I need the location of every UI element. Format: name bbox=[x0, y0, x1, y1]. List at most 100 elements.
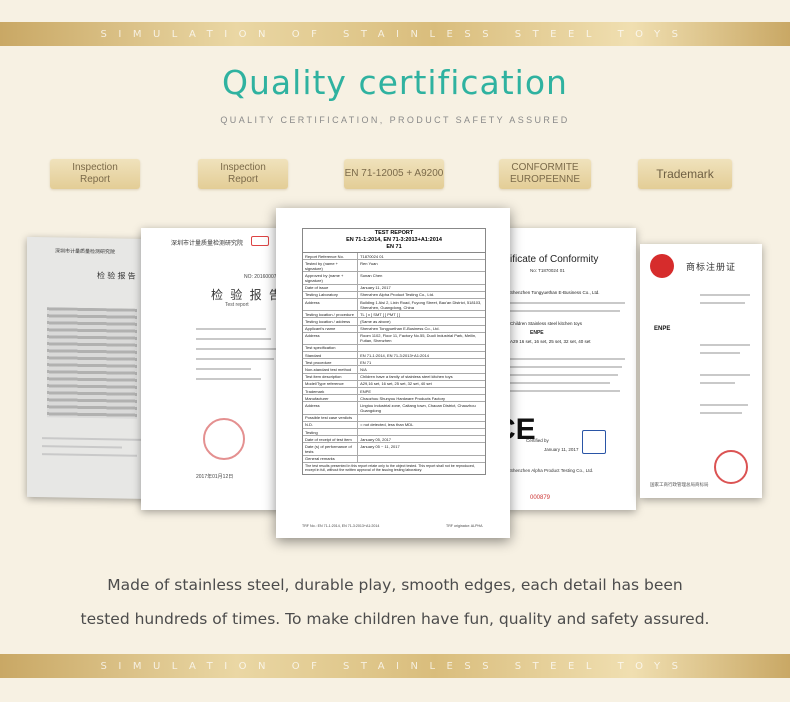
text-line bbox=[700, 294, 750, 296]
tag-line: CONFORMITE bbox=[511, 162, 579, 173]
inspection-report-document-2: 深圳市计量质量检测研究院 NO: 2016000712357 检 验 报 告 T… bbox=[141, 228, 291, 510]
report-row-value: TL [ x ] SMT [ ] PMT [ ] bbox=[357, 310, 485, 319]
report-row-label: Test item description bbox=[303, 373, 359, 381]
report-row: Possible test case verdicts bbox=[303, 414, 485, 422]
inspection-title: 检 验 报 告 bbox=[97, 271, 136, 281]
report-row: Address Lingtou industrial zone, Caitang … bbox=[303, 401, 485, 415]
report-row-label: Test procedure bbox=[303, 358, 359, 367]
report-row-label: General remarks bbox=[303, 455, 359, 463]
report-row-value: T1870024 01 bbox=[357, 253, 485, 261]
report-row: Non-standard test method N/A bbox=[303, 365, 485, 374]
text-line bbox=[700, 382, 735, 384]
report-row: Testing location / procedure TL [ x ] SMT… bbox=[303, 310, 485, 319]
report-row-value bbox=[357, 344, 485, 353]
text-line bbox=[510, 310, 620, 312]
report-row: N.D. = not detected, less than MDL bbox=[303, 421, 485, 429]
report-row-value: Shenzhen Alpha Product Testing Co., Ltd. bbox=[357, 291, 485, 299]
report-row-value bbox=[357, 414, 485, 422]
ce-lab: Shenzhen Alpha Product Testing Co., Ltd. bbox=[510, 468, 594, 473]
report-row-label: Testing bbox=[303, 428, 359, 437]
report-row-value: (Same as above) bbox=[357, 317, 485, 326]
ce-company: Shenzhen Tongyuethan E-Business Co., Ltd… bbox=[510, 290, 600, 295]
trademark-certificate-document: 商标注册证 ENPE 国家工商行政管理总局商标局 bbox=[640, 244, 762, 498]
text-line bbox=[700, 412, 742, 414]
report-row-label: Non-standard test method bbox=[303, 365, 359, 374]
report-row: Testing bbox=[303, 428, 485, 437]
text-line bbox=[700, 352, 740, 354]
report-row-value: EN 71 bbox=[357, 358, 485, 367]
red-seal bbox=[203, 418, 245, 460]
report-row-value: ENPE bbox=[357, 387, 485, 396]
report-row-label: Date of issue bbox=[303, 284, 359, 292]
tag-line: Inspection bbox=[72, 162, 118, 173]
report-row-value: Ren Yuan bbox=[357, 259, 485, 273]
report-row-label: Testing Laboratory bbox=[303, 291, 359, 299]
report-standard: EN 71-1:2014, EN 71-3:2013+A1:2014 bbox=[346, 237, 442, 243]
text-line bbox=[510, 374, 618, 376]
text-line bbox=[510, 366, 622, 368]
report-row-label: Date (s) of performance of tests bbox=[303, 442, 359, 456]
text-line bbox=[196, 358, 274, 360]
report-row-value: Sunan Chen bbox=[357, 271, 485, 285]
text-line bbox=[510, 390, 620, 392]
report-row-label: Date of receipt of test item bbox=[303, 435, 359, 444]
report-row: Address Room 1102, Floor 11, Factory No.5… bbox=[303, 332, 485, 345]
tag-line: EUROPEENNE bbox=[509, 174, 580, 185]
report-row-value: Room 1102, Floor 11, Factory No.55, Duol… bbox=[357, 332, 485, 345]
text-line bbox=[196, 338, 271, 340]
ce-certified-by: Certified by bbox=[526, 438, 549, 443]
report-row: General remarks bbox=[303, 455, 485, 463]
text-line bbox=[42, 437, 142, 441]
report-row-label: Testing location / procedure bbox=[303, 310, 359, 319]
report-row-label: Testing location / address bbox=[303, 317, 359, 326]
inspection-date: 2017年01月12日 bbox=[196, 474, 234, 480]
text-line bbox=[700, 374, 750, 376]
report-row-value: Children have a family of stainless stee… bbox=[357, 373, 485, 381]
report-row: Approved by (name + signature) Sunan Chen bbox=[303, 271, 485, 285]
report-row-value: January 05 ~ 11, 2017 bbox=[357, 442, 485, 456]
report-row: Testing Laboratory Shenzhen Alpha Product… bbox=[303, 291, 485, 299]
report-row: Trademark ENPE bbox=[303, 387, 485, 396]
report-row-label: Possible test case verdicts bbox=[303, 414, 359, 422]
trademark-title: 商标注册证 bbox=[686, 262, 737, 272]
report-row: Manufacturer Chaozhou Shunyou Hardware Pr… bbox=[303, 394, 485, 403]
report-row-value: EN 71-1:2014, EN 71-3:2013+A1:2014 bbox=[357, 351, 485, 360]
report-row: Test item description Children have a fam… bbox=[303, 373, 485, 381]
trademark-brand: ENPE bbox=[654, 326, 671, 332]
inspection-org: 深圳市计量质量检测研究院 bbox=[55, 248, 116, 256]
report-row-label: N.D. bbox=[303, 421, 359, 429]
report-row-label: Address bbox=[303, 401, 359, 415]
text-line bbox=[42, 453, 137, 457]
text-line bbox=[196, 328, 266, 330]
report-row-value: Shenzhen Tongyuethan E-Business Co., Ltd… bbox=[357, 325, 485, 333]
trademark-authority: 国家工商行政管理总局商标局 bbox=[650, 482, 709, 487]
lab-logo bbox=[582, 430, 606, 454]
tag-trademark: Trademark bbox=[638, 159, 732, 189]
top-banner: SIMULATION OF STAINLESS STEEL TOYS bbox=[0, 22, 790, 46]
report-row: Tested by (name + signature) Ren Yuan bbox=[303, 259, 485, 273]
report-row-label: Address bbox=[303, 298, 359, 312]
report-row-label: Standard bbox=[303, 351, 359, 360]
ce-product: Children Stainless steel kitchen toys bbox=[510, 321, 583, 326]
lab-logo bbox=[251, 236, 269, 246]
tag-inspection-report-2: Inspection Report bbox=[198, 159, 288, 189]
ce-serial: 000879 bbox=[530, 495, 551, 501]
inspection-title: 检 验 报 告 bbox=[211, 288, 284, 302]
text-line bbox=[700, 404, 748, 406]
report-row-label: Approved by (name + signature) bbox=[303, 271, 359, 285]
tag-line: Report bbox=[227, 174, 258, 185]
report-table: TEST REPORT EN 71-1:2014, EN 71-3:2013+A… bbox=[302, 228, 486, 475]
banner-text: SIMULATION OF STAINLESS STEEL TOYS bbox=[100, 660, 690, 672]
inspection-subtitle: Test report bbox=[225, 302, 249, 308]
ce-date: January 11, 2017 bbox=[544, 447, 579, 452]
page-title: Quality certification bbox=[222, 63, 568, 102]
tag-line: Inspection bbox=[220, 162, 266, 173]
report-row-value bbox=[357, 428, 485, 437]
inspection-photo-texture bbox=[47, 307, 137, 419]
report-footer-right: TRF originator: ALPHA bbox=[446, 524, 483, 528]
report-row: Standard EN 71-1:2014, EN 71-3:2013+A1:20… bbox=[303, 351, 485, 360]
report-row-value: A29,16 set, 16 set, 25 set, 32 set, 40 s… bbox=[357, 380, 485, 389]
page-subtitle: QUALITY CERTIFICATION, PRODUCT SAFETY AS… bbox=[220, 115, 570, 125]
tag-line: Report bbox=[79, 174, 110, 185]
report-row: Model/Type reference A29,16 set, 16 set, … bbox=[303, 380, 485, 389]
